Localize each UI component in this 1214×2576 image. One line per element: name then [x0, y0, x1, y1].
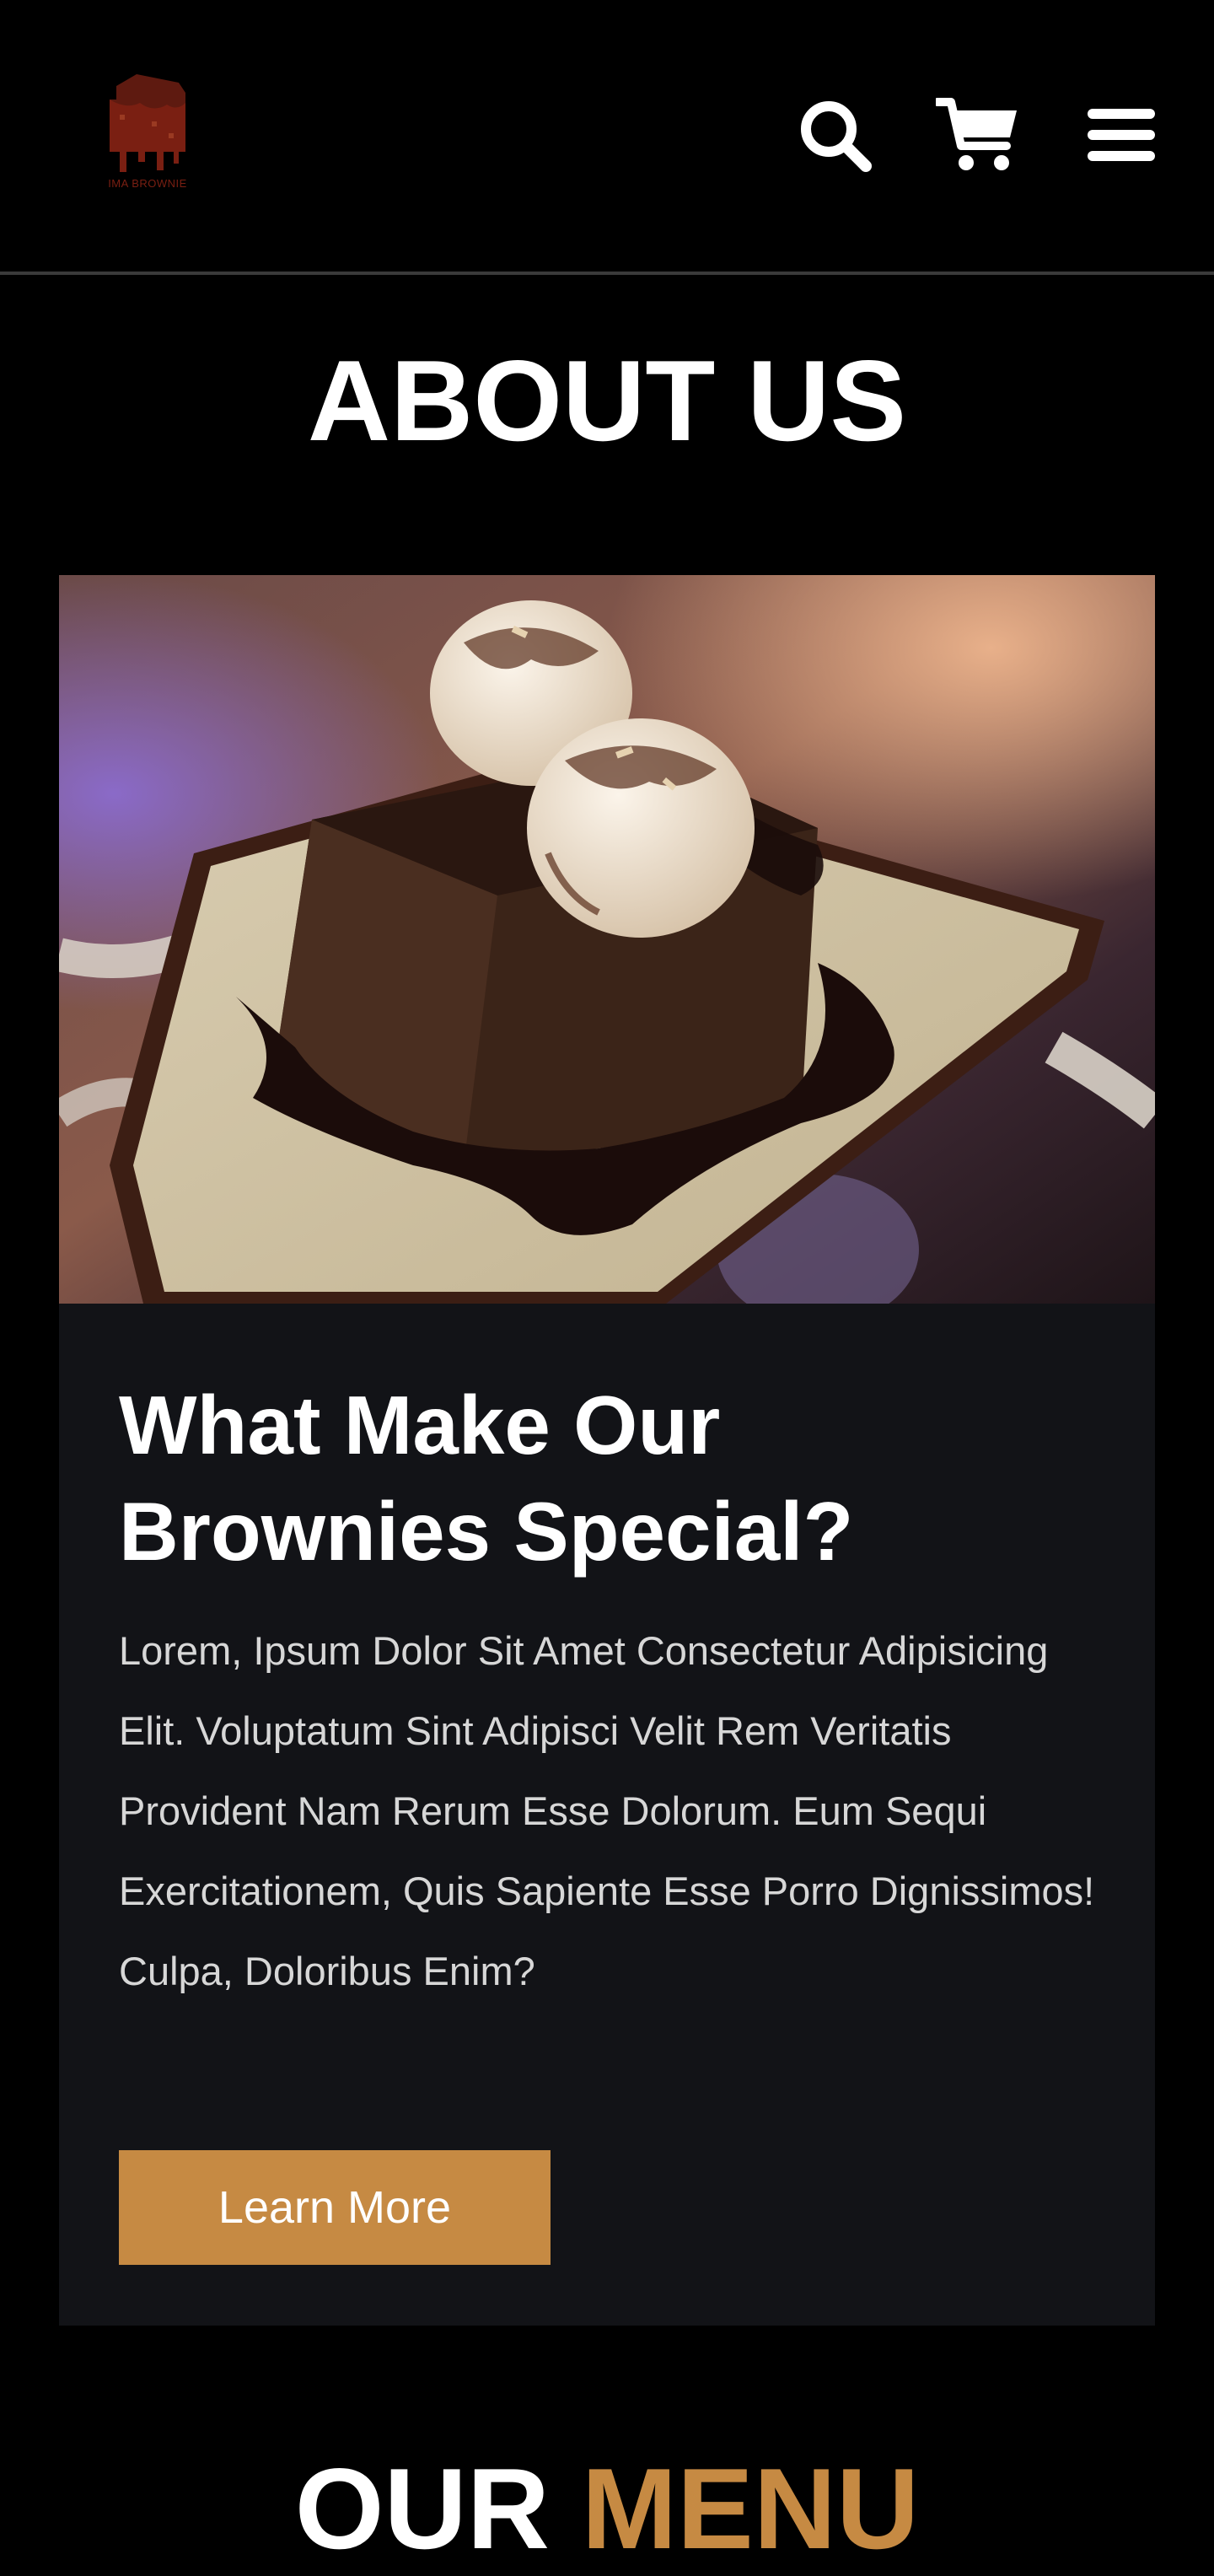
learn-more-button[interactable]: Learn More	[119, 2150, 551, 2265]
brand-logo[interactable]: IMA BROWNIE	[101, 71, 194, 197]
hamburger-menu-icon	[1088, 109, 1155, 161]
hamburger-menu-button[interactable]	[1079, 93, 1163, 177]
our-menu-title: OUR MENU	[0, 2441, 1214, 2576]
logo-text: IMA BROWNIE	[108, 177, 187, 190]
brownie-photo	[59, 575, 1155, 1304]
card-description: Lorem, Ipsum Dolor Sit Amet Consectetur …	[119, 1628, 1095, 1993]
card-heading: What Make Our Brownies Special?	[119, 1379, 854, 1578]
menu-title-word-2: MENU	[581, 2444, 920, 2573]
brownie-logo-icon	[110, 74, 185, 172]
search-icon	[801, 101, 872, 172]
brownie-ice-cream-image	[59, 575, 1155, 1304]
about-us-title: ABOUT US	[307, 336, 907, 465]
cart-icon	[936, 98, 1017, 170]
about-card: What Make Our Brownies Special? Lorem, I…	[59, 575, 1155, 2326]
search-button[interactable]	[792, 93, 877, 177]
menu-title-word-1: OUR	[294, 2444, 550, 2573]
site-header: IMA BROWNIE	[0, 0, 1214, 275]
cart-button[interactable]	[936, 93, 1020, 177]
